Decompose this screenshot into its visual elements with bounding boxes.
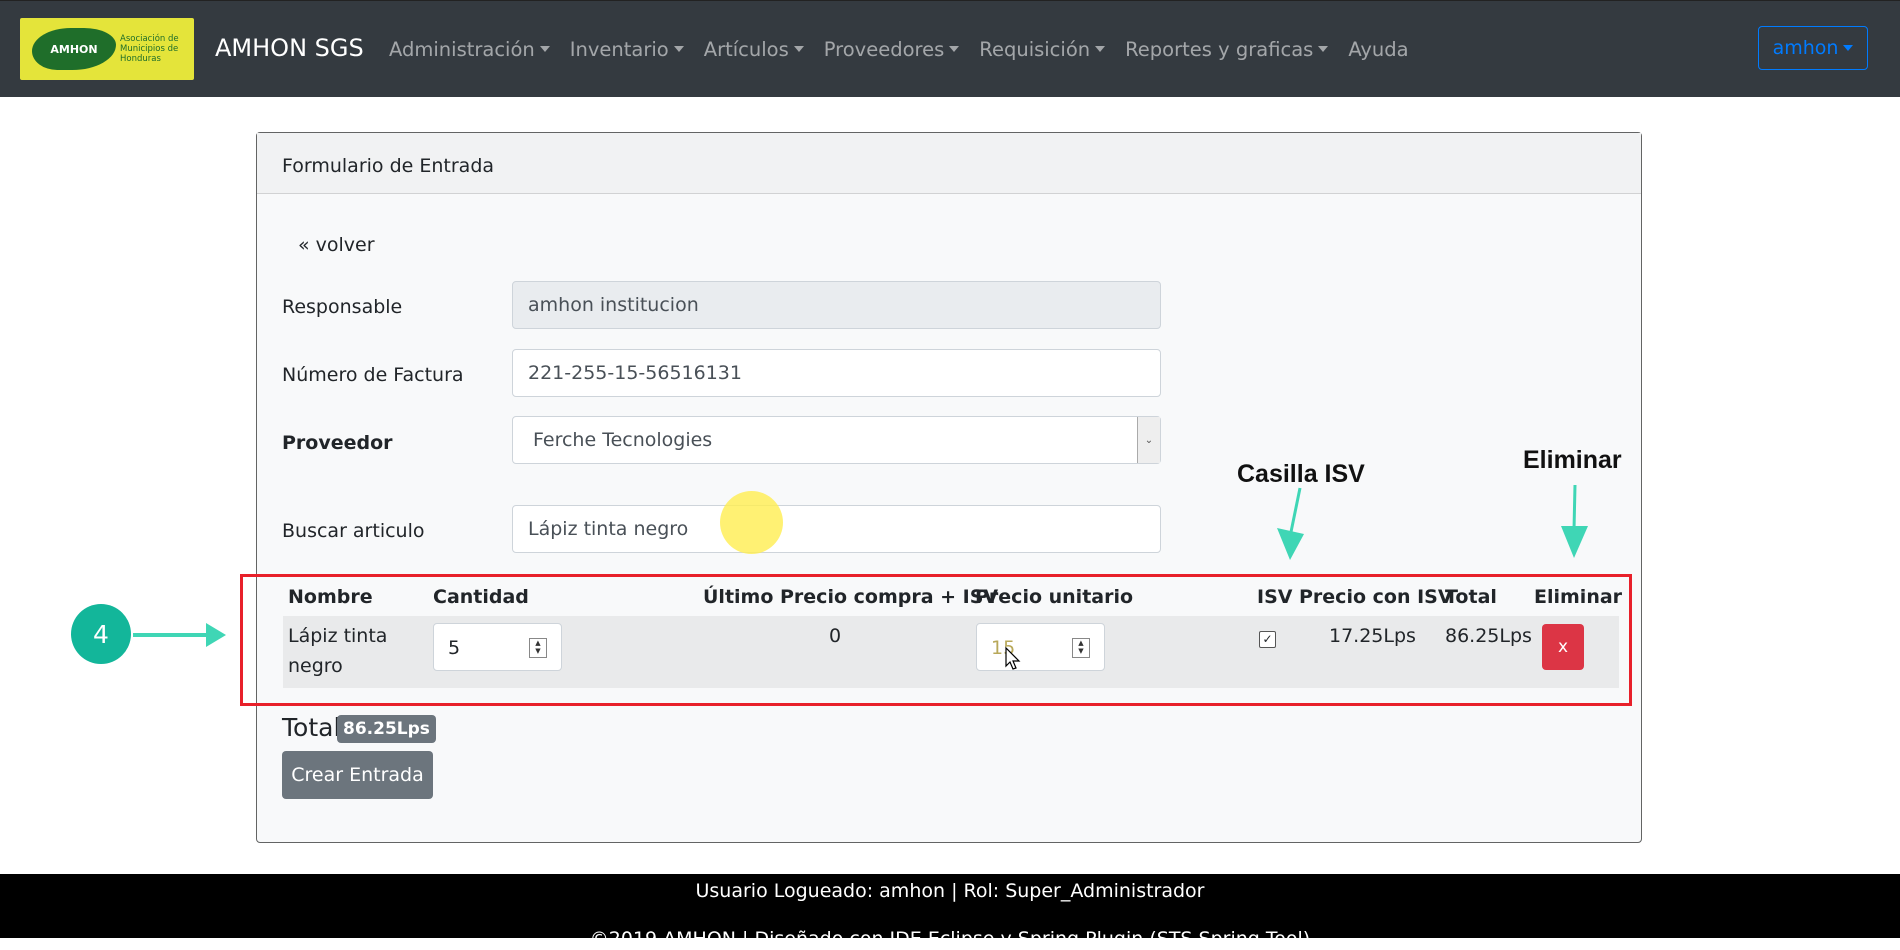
step-arrow-head	[206, 623, 226, 647]
footer-copyright: ©2019 AMHON | Diseñado con IDE Eclipse y…	[589, 928, 1311, 950]
step-number-badge: 4	[71, 604, 131, 664]
isv-arrow-head	[1277, 528, 1304, 560]
footer: Usuario Logueado: amhon | Rol: Super_Adm…	[0, 874, 1900, 950]
eliminar-arrow-line	[1572, 484, 1577, 531]
isv-arrow-line	[1289, 487, 1302, 533]
footer-user-info: Usuario Logueado: amhon | Rol: Super_Adm…	[695, 880, 1205, 902]
isv-callout-label: Casilla ISV	[1237, 460, 1365, 488]
eliminar-callout-label: Eliminar	[1523, 446, 1622, 474]
highlight-frame	[240, 574, 1632, 706]
eliminar-arrow-head	[1561, 526, 1588, 558]
